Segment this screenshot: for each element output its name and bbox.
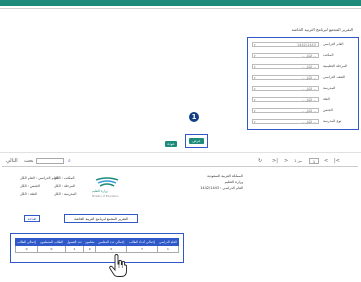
filter-row-school: ▾ -- الكل -- المدرسة — [248, 86, 358, 93]
school-year-filter-text: العام الدراسي : العام الكل — [20, 176, 59, 180]
table-header: إجمالي الطلاب — [14, 238, 39, 246]
table-header: معلمون — [83, 238, 97, 246]
table-cell: 0 — [14, 245, 39, 253]
report-table: إجمالي الطلاب الطلاب المنتظمون عدد الفصو… — [14, 238, 180, 253]
prev-page-icon[interactable]: < — [324, 158, 328, 165]
chevron-down-icon: ▾ — [254, 109, 256, 113]
table-cell: 1 — [156, 245, 180, 253]
view-button[interactable]: عرض — [189, 138, 204, 144]
print-button[interactable]: طباعة — [24, 215, 40, 222]
school-type-select[interactable]: ▾ -- الكل -- — [252, 119, 319, 124]
gender-label: الجنس — [323, 108, 333, 112]
chevron-down-icon: ▾ — [254, 120, 256, 124]
chevron-down-icon: ▾ — [254, 65, 256, 69]
kingdom-text: المملكة العربية السعودية — [207, 174, 243, 178]
grade-label: الصف الدراسي — [323, 75, 346, 79]
school-label: المدرسة — [323, 86, 336, 90]
top-divider — [0, 8, 361, 9]
filter-row-office: ▾ -- الكل -- المكتب — [248, 53, 358, 60]
filter-row-gender: ▾ -- الكل -- الجنس — [248, 108, 358, 115]
page-of-label: من 1 — [294, 159, 302, 163]
stage-select[interactable]: ▾ -- الكل -- — [252, 64, 319, 69]
gender-select[interactable]: ▾ -- الكل -- — [252, 108, 319, 113]
table-cell: 0 — [37, 245, 66, 253]
category-label: الفئة — [323, 97, 330, 101]
section-divider — [0, 152, 361, 153]
hand-pointer-icon — [109, 254, 127, 277]
chevron-down-icon: ▾ — [254, 54, 256, 58]
school-type-label: نوع المدرسة — [323, 119, 342, 123]
school-select[interactable]: ▾ -- الكل -- — [252, 86, 319, 91]
chevron-down-icon: ▾ — [254, 87, 256, 91]
stage-label: المرحلة التعليمية — [323, 64, 348, 68]
page-title: التقرير المجمع لبرنامج التربية الخاصة — [291, 27, 353, 32]
office-select[interactable]: ▾ -- الكل -- — [252, 53, 319, 58]
top-bar — [0, 0, 361, 6]
category-select[interactable]: ▾ -- الكل -- — [252, 97, 319, 102]
report-table-highlight: إجمالي الطلاب الطلاب المنتظمون عدد الفصو… — [10, 233, 184, 263]
last-page-icon[interactable]: >| — [272, 158, 278, 165]
back-button[interactable]: عودة — [165, 141, 177, 147]
filter-row-category: ▾ -- الكل -- الفئة — [248, 97, 358, 104]
table-header: إجمالي أعداد الطلاب — [126, 238, 158, 246]
find-link[interactable]: بحث — [24, 158, 34, 165]
gender-filter-text: الجنس : الكل — [20, 184, 40, 188]
chevron-down-icon: ▾ — [254, 98, 256, 102]
find-input[interactable] — [36, 158, 64, 164]
table-header: الطلاب المنتظمون — [37, 238, 66, 246]
chevron-down-icon: ▾ — [254, 43, 256, 47]
report-title: التقرير المجمع لبرنامج التربية الخاصة — [64, 214, 138, 223]
filter-row-grade: ▾ -- الكل -- الصف الدراسي — [248, 75, 358, 82]
search-icon[interactable]: ⌕ — [68, 158, 71, 165]
stage-filter-text: المرحلة : الكل — [54, 184, 76, 188]
step-number-badge: 1 — [189, 112, 199, 122]
office-filter-text: المكتب : الكل — [54, 176, 75, 180]
category-filter-text: الفئة : الكل — [20, 192, 37, 196]
table-header: عدد الفصول — [64, 238, 85, 246]
table-header: إجمالي عدد المعلمين — [95, 238, 128, 246]
page-number-input[interactable]: 1 — [309, 158, 319, 164]
chevron-down-icon: ▾ — [254, 76, 256, 80]
next-link[interactable]: التالي — [6, 158, 18, 165]
table-cell: 0 — [95, 245, 128, 253]
filter-row-school-type: ▾ -- الكل -- نوع المدرسة — [248, 119, 358, 126]
next-page-icon[interactable]: > — [284, 158, 288, 165]
first-page-icon[interactable]: |< — [334, 158, 340, 165]
year-label: العام الدراسي — [323, 42, 344, 46]
logo-subcaption: Ministry of Education — [92, 195, 119, 198]
filter-row-year: ▾ 1442/1443 العام الدراسي — [248, 42, 358, 49]
table-cell: 1 — [64, 245, 85, 253]
refresh-icon[interactable]: ↻ — [258, 158, 262, 165]
grade-select[interactable]: ▾ -- الكل -- — [252, 75, 319, 80]
table-header: العام الدراسي — [156, 238, 180, 246]
table-row: 0 0 1 0 0 7 1 — [14, 245, 180, 253]
ministry-text: وزارة التعليم — [224, 180, 243, 184]
office-label: المكتب — [323, 53, 334, 57]
school-filter-text: المدرسة : الكل — [54, 192, 77, 196]
report-toolbar: التالي بحث ⌕ ↻ >| > من 1 1 < |< — [2, 157, 358, 167]
table-cell: 0 — [83, 245, 97, 253]
report-year-text: العام الدراسي : 1442/1443 — [200, 186, 243, 190]
year-select[interactable]: ▾ 1442/1443 — [252, 42, 319, 47]
filter-row-stage: ▾ -- الكل -- المرحلة التعليمية — [248, 64, 358, 71]
table-header-row: إجمالي الطلاب الطلاب المنتظمون عدد الفصو… — [14, 238, 180, 246]
filter-panel: ▾ 1442/1443 العام الدراسي ▾ -- الكل -- الم… — [247, 37, 359, 130]
table-cell: 7 — [126, 245, 158, 253]
